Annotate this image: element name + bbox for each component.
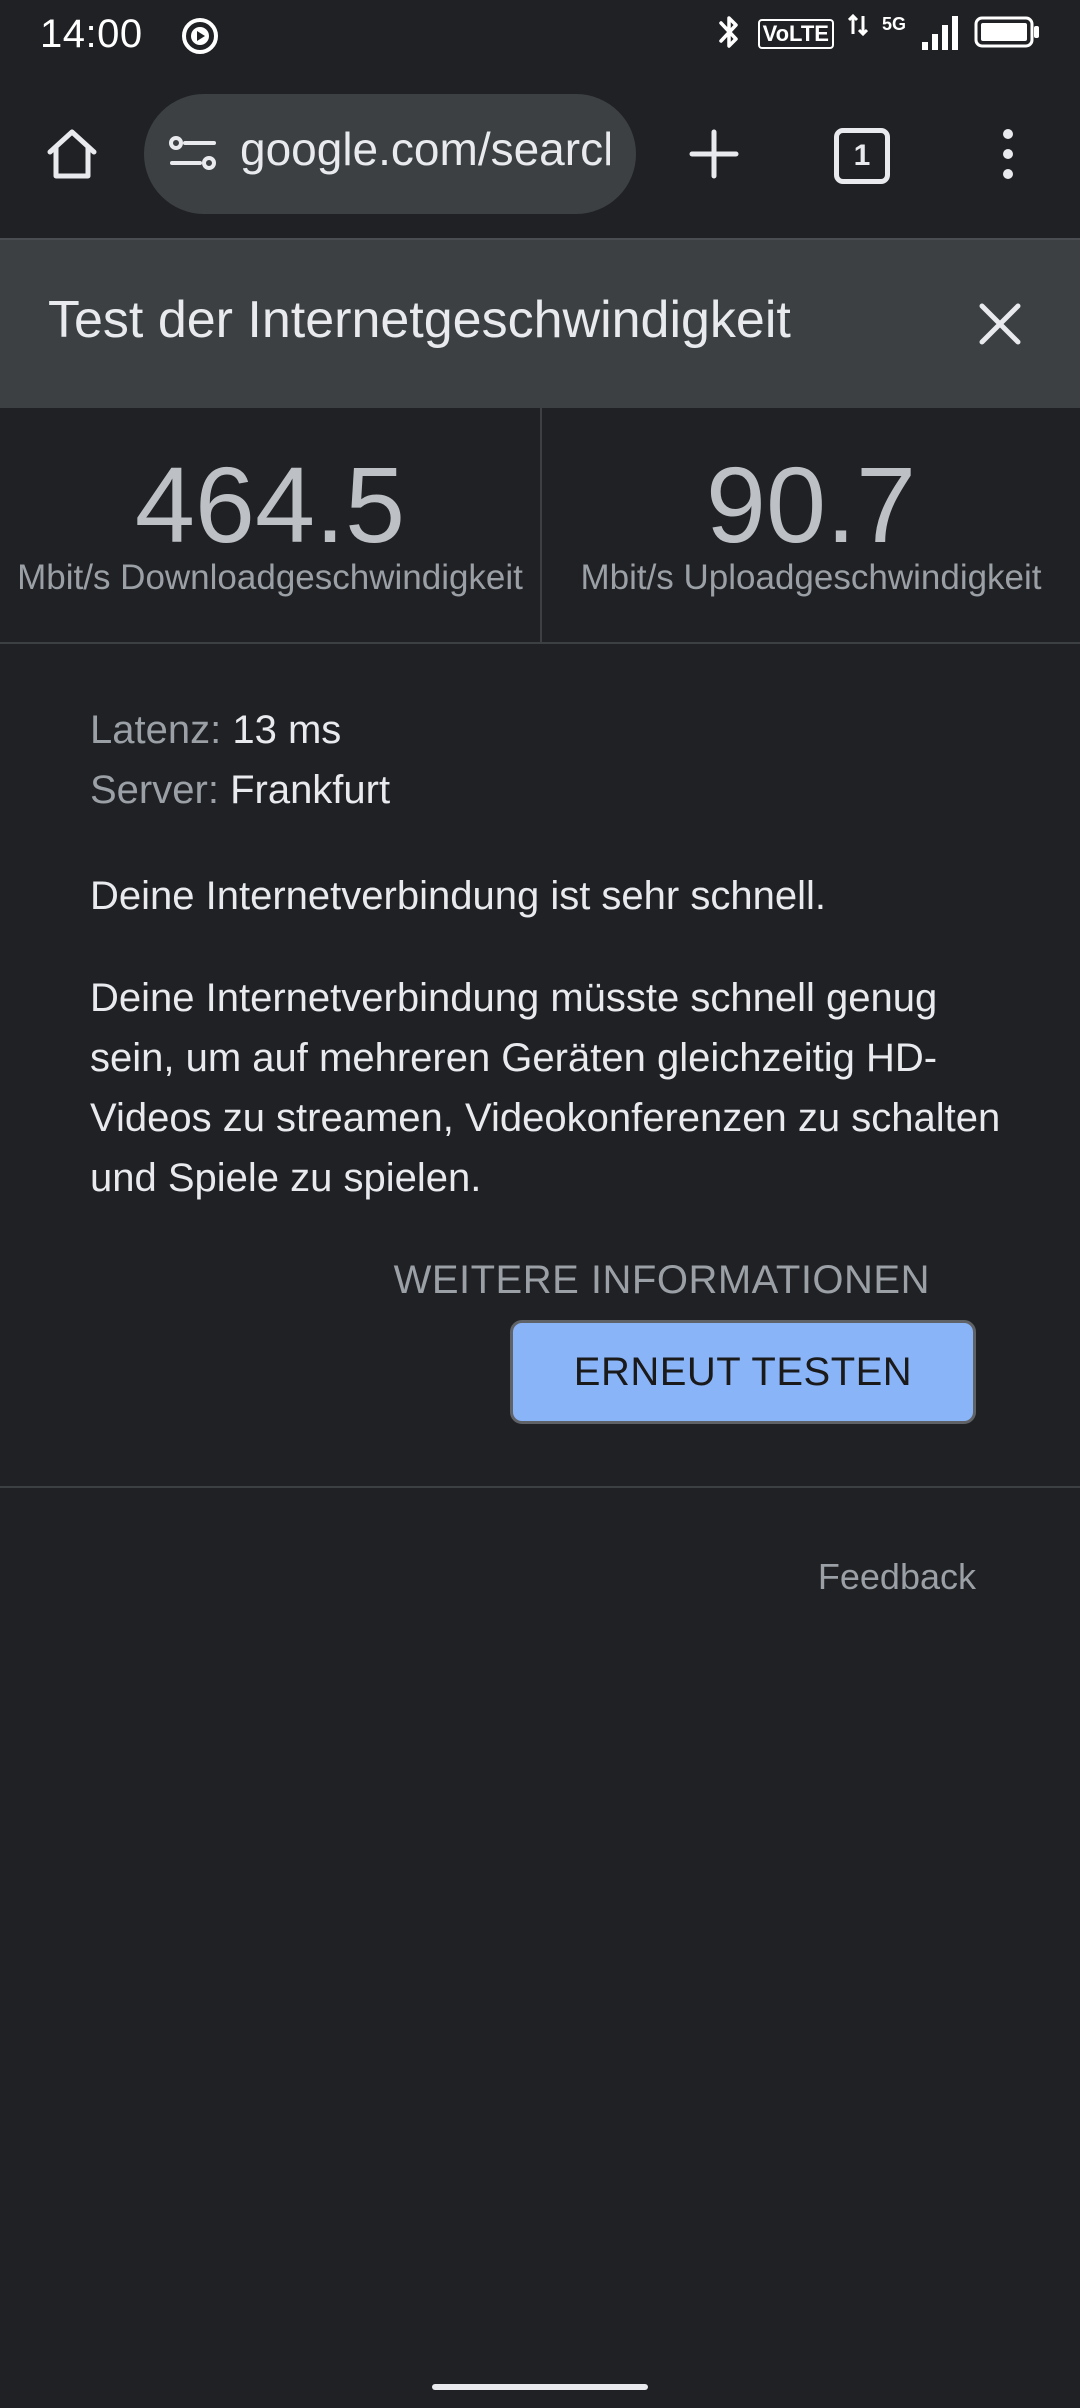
close-button[interactable] <box>960 286 1040 366</box>
more-info-link[interactable]: WEITERE INFORMATIONEN <box>394 1258 930 1303</box>
speed-summary: Deine Internetverbindung ist sehr schnel… <box>90 874 826 918</box>
signal-icon <box>920 12 960 57</box>
new-tab-button[interactable] <box>672 114 756 198</box>
server-value: Frankfurt <box>230 768 391 812</box>
tab-count: 1 <box>853 139 871 172</box>
tab-switcher-button[interactable]: 1 <box>820 114 904 198</box>
home-icon <box>42 124 102 189</box>
tab-switcher-icon: 1 <box>834 128 890 184</box>
server-row: Server: Frankfurt <box>90 760 1010 820</box>
speed-results: 464.5 Mbit/s Downloadgeschwindigkeit 90.… <box>0 408 1080 644</box>
latency-value: 13 ms <box>232 708 342 752</box>
home-button[interactable] <box>30 114 114 198</box>
download-value: 464.5 <box>134 444 406 565</box>
download-result: 464.5 Mbit/s Downloadgeschwindigkeit <box>0 408 540 642</box>
media-playing-icon <box>180 16 220 61</box>
menu-button[interactable] <box>966 114 1050 198</box>
gesture-home-indicator[interactable] <box>432 2384 648 2390</box>
upload-result: 90.7 Mbit/s Uploadgeschwindigkeit <box>540 408 1080 642</box>
more-vert-icon <box>998 126 1018 187</box>
latency-label: Latenz: <box>90 708 222 752</box>
upload-label: Mbit/s Uploadgeschwindigkeit <box>580 558 1042 597</box>
upload-value: 90.7 <box>705 444 917 565</box>
volte-badge: VoLTE <box>757 19 834 49</box>
download-label: Mbit/s Downloadgeschwindigkeit <box>17 558 523 597</box>
server-label: Server: <box>90 768 219 812</box>
status-icons: VoLTE 5G <box>714 12 1040 57</box>
test-details: Latenz: 13 ms Server: Frankfurt <box>90 700 1010 820</box>
battery-icon <box>974 15 1040 54</box>
close-icon <box>976 300 1024 353</box>
latency-row: Latenz: 13 ms <box>90 700 1010 760</box>
browser-toolbar: google.com/search 1 <box>0 70 1080 238</box>
status-time: 14:00 <box>40 12 143 56</box>
speed-test-header: Test der Internetgeschwindigkeit <box>0 238 1080 408</box>
divider <box>0 1486 1080 1488</box>
retest-button[interactable]: ERNEUT TESTEN <box>510 1320 976 1424</box>
speed-description: Deine Internetverbindung müsste schnell … <box>90 976 1001 1200</box>
plus-icon <box>686 126 742 187</box>
tune-icon[interactable] <box>168 134 220 179</box>
url-text[interactable]: google.com/search <box>240 122 610 176</box>
address-bar[interactable]: google.com/search <box>144 94 636 214</box>
bluetooth-icon <box>714 12 744 57</box>
network-type: 5G <box>881 13 906 34</box>
status-bar: 14:00 VoLTE 5G <box>0 0 1080 70</box>
speed-test-title: Test der Internetgeschwindigkeit <box>48 291 791 349</box>
data-arrows-icon <box>847 12 869 57</box>
feedback-link[interactable]: Feedback <box>818 1556 976 1598</box>
